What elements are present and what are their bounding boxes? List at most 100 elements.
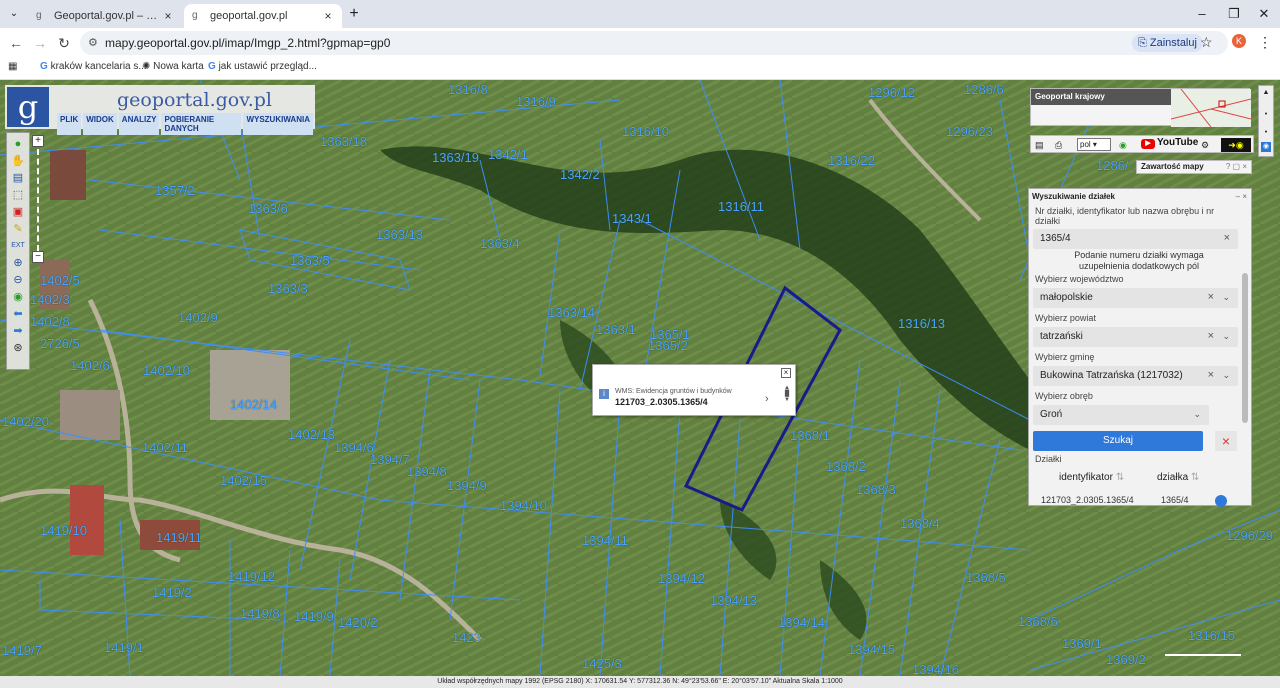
locate-icon[interactable] <box>1215 495 1227 507</box>
popup-parcel-id[interactable]: 121703_2.0305.1365/4 <box>615 397 708 407</box>
document-icon[interactable]: ▤ <box>1035 138 1044 152</box>
parcel-label[interactable]: 1368/6 <box>1018 614 1058 629</box>
parcel-label[interactable]: 1316/13 <box>898 316 945 331</box>
parcel-label[interactable]: 1363/4 <box>480 236 520 251</box>
parcel-label[interactable]: 1316/15 <box>1188 628 1235 643</box>
parcel-label[interactable]: 1394/6 <box>334 440 374 455</box>
parcel-label[interactable]: 1394/13 <box>710 593 757 608</box>
parcel-label[interactable]: 1316/8 <box>448 82 488 97</box>
tab-geoportal[interactable]: ɡ geoportal.gov.pl × <box>184 4 342 28</box>
geoportal-logo[interactable]: g <box>7 87 49 127</box>
parcel-label[interactable]: 1394/8 <box>407 464 447 479</box>
clear-selection-icon[interactable]: ▣ <box>10 205 26 219</box>
precinct-select[interactable]: Groń ⌄ <box>1033 405 1209 425</box>
settings-icon[interactable]: ⚙ <box>1201 138 1209 152</box>
print-icon[interactable]: ⎙ <box>1055 138 1062 152</box>
panel-window-controls[interactable]: – × <box>1236 192 1247 201</box>
parcel-label[interactable]: 1419/12 <box>228 569 275 584</box>
parcel-label[interactable]: 1419/10 <box>40 523 87 538</box>
next-view-icon[interactable]: ➡ <box>10 324 26 338</box>
zoom-extent-icon[interactable]: EXT <box>10 239 26 253</box>
parcel-label[interactable]: 1363/19 <box>432 150 479 165</box>
parcel-label[interactable]: 1419/1 <box>104 640 144 655</box>
voivodeship-select[interactable]: małopolskie × ⌄ <box>1033 288 1238 308</box>
parcel-label[interactable]: 1296/29 <box>1226 528 1273 543</box>
parcel-label[interactable]: 1363/18 <box>320 134 367 149</box>
dot-icon[interactable]: • <box>1261 110 1271 120</box>
clear-icon[interactable]: × <box>1224 232 1230 244</box>
bookmark-item[interactable]: G jak ustawić przegląd... <box>208 61 317 72</box>
profile-avatar[interactable]: K <box>1232 34 1246 48</box>
map-canvas[interactable]: 1316/8 1316/9 1296/12 1286/6 1316/10 136… <box>0 80 1280 676</box>
parcel-label[interactable]: 1286/ <box>1096 158 1129 173</box>
parcel-label[interactable]: 1363/5 <box>290 253 330 268</box>
parcel-label[interactable]: 1419/7 <box>2 643 42 658</box>
parcel-label[interactable]: 2726/5 <box>40 336 80 351</box>
clear-icon[interactable]: × <box>1208 330 1214 342</box>
clear-icon[interactable]: × <box>1208 369 1214 381</box>
parcel-label[interactable]: 1402/15 <box>220 473 267 488</box>
parcel-label[interactable]: 1369/2 <box>1106 652 1146 667</box>
parcel-label[interactable]: 1420/2 <box>338 615 378 630</box>
measure-icon[interactable]: ✎ <box>10 222 26 236</box>
parcel-label[interactable]: 1402/6 <box>70 358 110 373</box>
chevron-down-icon[interactable]: ⌄ <box>1222 292 1230 303</box>
bookmark-item[interactable]: G kraków kancelaria s... <box>40 61 147 72</box>
forward-icon[interactable]: → <box>32 35 48 51</box>
help-icon[interactable]: ⊛ <box>10 341 26 355</box>
parcel-label[interactable]: 1394/12 <box>658 571 705 586</box>
close-window-icon[interactable]: ✕ <box>1254 6 1274 22</box>
parcel-label[interactable]: 1419/2 <box>152 585 192 600</box>
bookmark-star-icon[interactable]: ☆ <box>1200 34 1213 51</box>
parcel-label[interactable]: 1402/14 <box>230 397 277 412</box>
previous-view-icon[interactable]: ⬅ <box>10 307 26 321</box>
overview-minimap[interactable] <box>1170 88 1252 128</box>
parcel-label[interactable]: 1316/11 <box>718 199 764 214</box>
parcel-label[interactable]: 1368/1 <box>790 428 830 443</box>
parcel-label[interactable]: 1402/10 <box>143 363 190 378</box>
dot-icon[interactable]: • <box>1261 128 1271 138</box>
parcel-label[interactable]: 1402/13 <box>288 427 335 442</box>
parcel-label[interactable]: 1423 <box>452 630 481 645</box>
parcel-label[interactable]: 1402/9 <box>178 310 218 325</box>
back-icon[interactable]: ← <box>8 35 24 51</box>
parcel-label[interactable]: 1402/8 <box>30 314 70 329</box>
parcel-label[interactable]: 1394/7 <box>370 452 410 467</box>
chevron-up-icon[interactable]: ▲ <box>1261 88 1271 98</box>
parcel-label[interactable]: 1342/1 <box>488 147 528 162</box>
youtube-link[interactable]: ▶ YouTube <box>1141 137 1198 149</box>
new-tab-icon[interactable]: + <box>346 5 362 23</box>
url-text[interactable]: mapy.geoportal.gov.pl/imap/Imgp_2.html?g… <box>105 36 390 50</box>
parcel-label[interactable]: 1363/1 <box>596 322 636 337</box>
parcel-label[interactable]: 1368/2 <box>826 459 866 474</box>
parcel-label[interactable]: 1394/15 <box>848 642 895 657</box>
parcel-label[interactable]: 1394/10 <box>500 498 547 513</box>
map-content-panel[interactable]: Zawartość mapy ? ▢ × <box>1136 160 1252 174</box>
parcel-label[interactable]: 1363/13 <box>376 227 423 242</box>
parcel-query-input[interactable]: 1365/4 × <box>1033 229 1238 249</box>
commune-select[interactable]: Bukowina Tatrzańska (1217032) × ⌄ <box>1033 366 1238 386</box>
chevron-right-icon[interactable]: › <box>765 393 769 405</box>
parcel-label[interactable]: 1402/5 <box>40 273 80 288</box>
zoom-plus-icon[interactable]: + <box>32 135 44 147</box>
menu-wyszukiwania[interactable]: WYSZUKIWANIA <box>243 113 313 135</box>
close-tab-icon[interactable]: × <box>162 9 174 23</box>
parcel-label[interactable]: 1425/3 <box>582 656 622 671</box>
table-row[interactable]: 121703_2.0305.1365/4 1365/4 <box>1033 495 1238 507</box>
menu-widok[interactable]: WIDOK <box>83 113 117 135</box>
scrollbar-thumb[interactable] <box>1242 273 1248 423</box>
chevron-down-icon[interactable]: ⌄ <box>1193 409 1201 420</box>
parcel-label[interactable]: 1394/14 <box>778 615 825 630</box>
menu-analizy[interactable]: ANALIZY <box>118 113 160 135</box>
green-info-icon[interactable]: ◉ <box>1119 138 1127 152</box>
bookmark-item[interactable]: ✺ Nowa karta <box>142 61 204 72</box>
language-select[interactable]: pol ▾ <box>1077 138 1111 151</box>
layers-icon[interactable]: ▤ <box>10 171 26 185</box>
parcel-label[interactable]: 1357/2 <box>155 183 195 198</box>
col-parcel-header[interactable]: działka ⇅ <box>1157 472 1199 483</box>
parcel-label[interactable]: 1419/9 <box>294 609 334 624</box>
parcel-label[interactable]: 1296/12 <box>868 85 915 100</box>
parcel-label[interactable]: 1286/6 <box>964 82 1004 97</box>
zoom-track[interactable] <box>37 149 39 251</box>
zoom-minus-icon[interactable]: − <box>32 251 44 263</box>
